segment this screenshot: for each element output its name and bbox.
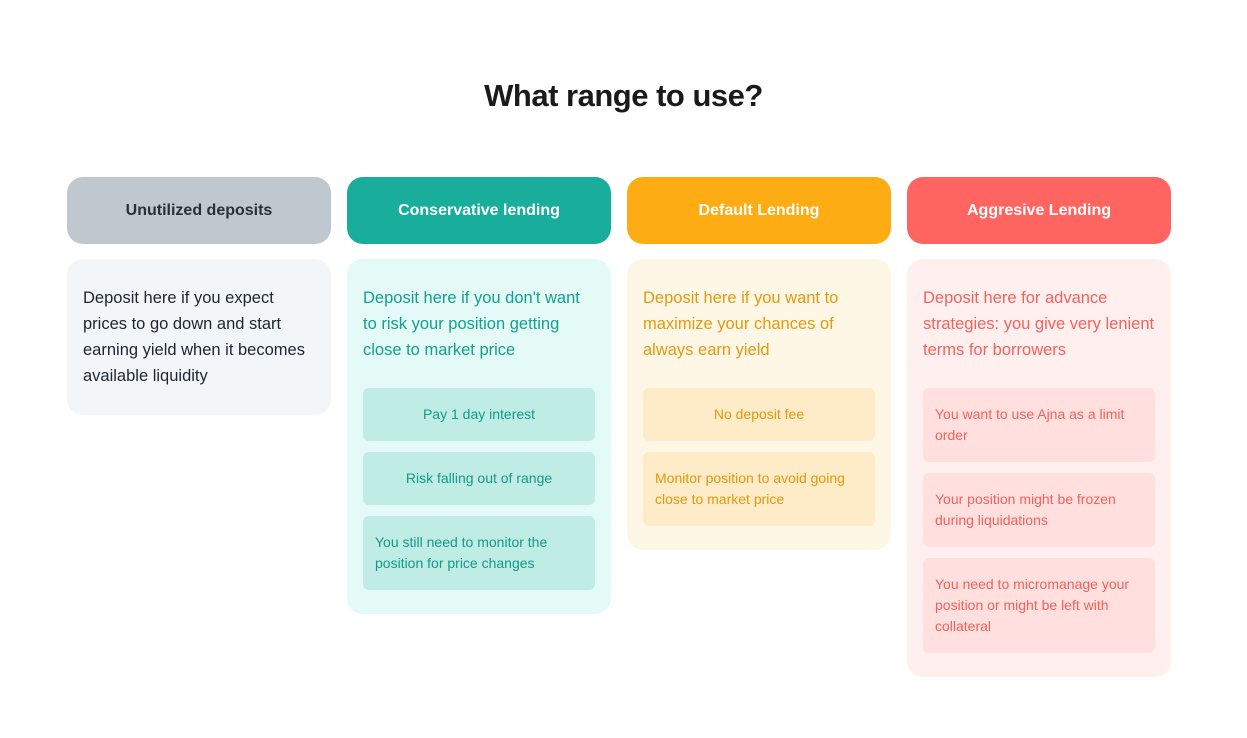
range-card-description: Deposit here if you don't want to risk y… [363, 289, 580, 359]
range-card-unutilized-deposits: Unutilized deposits Deposit here if you … [67, 177, 331, 415]
range-card-aggresive-lending: Aggresive Lending Deposit here for advan… [907, 177, 1171, 677]
range-card-item: No deposit fee [643, 388, 875, 441]
range-card-header: Default Lending [627, 177, 891, 244]
range-card-body: Deposit here for advance strategies: you… [907, 259, 1171, 677]
range-card-item: Your position might be frozen during liq… [923, 473, 1155, 547]
range-card-header: Aggresive Lending [907, 177, 1171, 244]
range-card-conservative-lending: Conservative lending Deposit here if you… [347, 177, 611, 614]
page-title: What range to use? [484, 78, 763, 113]
range-card-item: You still need to monitor the position f… [363, 516, 595, 590]
range-card-body: Deposit here if you want to maximize you… [627, 259, 891, 550]
range-card-body: Deposit here if you don't want to risk y… [347, 259, 611, 614]
range-card-item-list: You want to use Ajna as a limit order Yo… [923, 388, 1155, 653]
range-card-default-lending: Default Lending Deposit here if you want… [627, 177, 891, 550]
range-card-item: Monitor position to avoid going close to… [643, 452, 875, 526]
range-card-description: Deposit here if you want to maximize you… [643, 289, 839, 359]
range-card-item: You need to micromanage your position or… [923, 558, 1155, 653]
range-card-header: Conservative lending [347, 177, 611, 244]
range-card-item: Pay 1 day interest [363, 388, 595, 441]
range-card-item: Risk falling out of range [363, 452, 595, 505]
range-card-header: Unutilized deposits [67, 177, 331, 244]
range-card-item-list: Pay 1 day interest Risk falling out of r… [363, 388, 595, 590]
range-card-body: Deposit here if you expect prices to go … [67, 259, 331, 415]
range-card-description: Deposit here if you expect prices to go … [83, 289, 305, 385]
range-card-item: You want to use Ajna as a limit order [923, 388, 1155, 462]
range-card-item-list: No deposit fee Monitor position to avoid… [643, 388, 875, 526]
range-card-description: Deposit here for advance strategies: you… [923, 289, 1155, 359]
